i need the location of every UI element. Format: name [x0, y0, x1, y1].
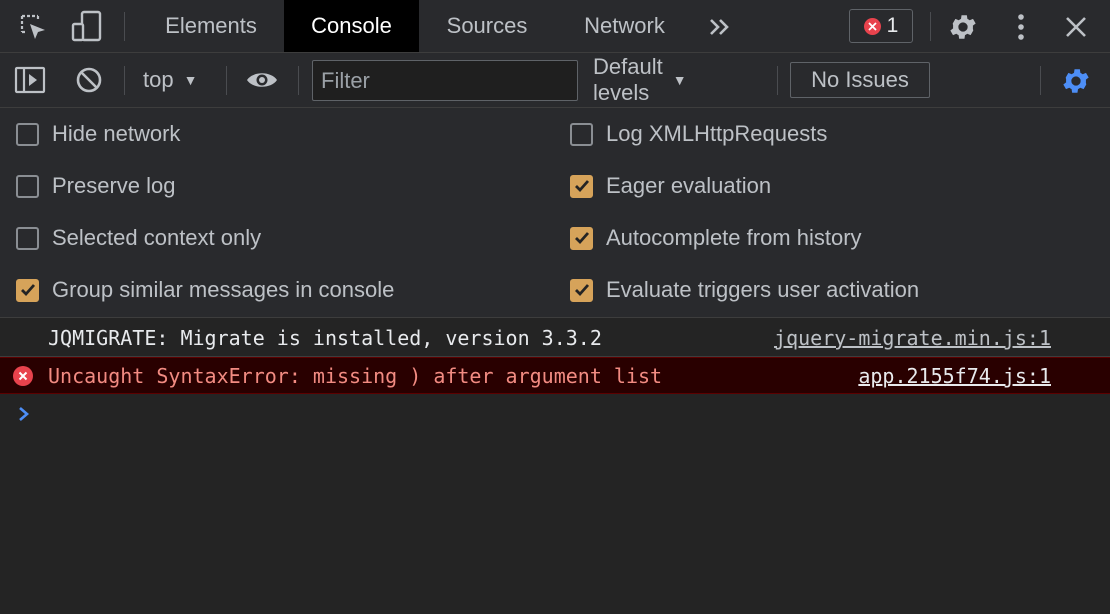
group-similar-option[interactable]: Group similar messages in console [16, 275, 394, 305]
tab-network[interactable]: Network [556, 0, 693, 52]
error-icon [863, 17, 881, 35]
console-prompt[interactable] [0, 396, 1110, 432]
console-settings-icon[interactable] [1058, 63, 1094, 99]
hide-network-option[interactable]: Hide network [16, 119, 180, 149]
toolbar-divider [226, 66, 227, 95]
evaluate-triggers-option[interactable]: Evaluate triggers user activation [570, 275, 919, 305]
toolbar-divider [1040, 66, 1041, 95]
settings-icon[interactable] [945, 9, 981, 45]
caret-down-icon: ▼ [183, 72, 198, 88]
devtools-tab-bar: Elements Console Sources Network 1 [0, 0, 1110, 53]
message-text: JQMIGRATE: Migrate is installed, version… [48, 326, 602, 350]
issues-button[interactable]: No Issues [790, 62, 930, 98]
toolbar-divider [124, 66, 125, 95]
tab-label: Sources [446, 13, 528, 38]
message-text: Uncaught SyntaxError: missing ) after ar… [48, 364, 663, 388]
inspect-element-icon[interactable] [16, 11, 50, 43]
option-label: Evaluate triggers user activation [606, 277, 920, 302]
toolbar-divider [930, 12, 931, 41]
toolbar-divider [124, 12, 125, 41]
console-message-error: Uncaught SyntaxError: missing ) after ar… [0, 357, 1110, 394]
devtools-window: Elements Console Sources Network 1 top ▼… [0, 0, 1110, 614]
kebab-menu-icon[interactable] [1008, 9, 1034, 45]
checkmark-icon [574, 284, 589, 297]
tab-label: Elements [165, 13, 257, 38]
selected-context-only-option[interactable]: Selected context only [16, 223, 261, 253]
option-label: Preserve log [52, 173, 176, 198]
preserve-log-checkbox[interactable] [16, 174, 39, 198]
toolbar-divider [298, 66, 299, 95]
option-label: Hide network [52, 121, 181, 146]
error-icon [13, 366, 33, 386]
log-xhr-checkbox[interactable] [570, 122, 593, 146]
toolbar-divider [777, 66, 778, 95]
clear-console-icon[interactable] [72, 64, 106, 96]
context-label: top [143, 67, 174, 92]
selected-context-only-checkbox[interactable] [16, 226, 39, 250]
option-label: Autocomplete from history [606, 225, 862, 250]
message-source-link[interactable]: jquery-migrate.min.js:1 [774, 326, 1051, 350]
preserve-log-option[interactable]: Preserve log [16, 171, 176, 201]
evaluate-triggers-checkbox[interactable] [570, 278, 593, 302]
filter-input[interactable] [312, 60, 578, 101]
checkmark-icon [20, 284, 35, 297]
sidebar-toggle-icon[interactable] [12, 64, 48, 96]
log-levels-label: Default levels [593, 54, 663, 105]
group-similar-checkbox[interactable] [16, 278, 39, 302]
more-tabs-icon[interactable] [703, 12, 737, 42]
device-toolbar-icon[interactable] [69, 9, 105, 45]
console-settings-pane: Hide network Preserve log Selected conte… [0, 108, 1110, 318]
checkmark-icon [574, 232, 589, 245]
option-label: Selected context only [52, 225, 262, 250]
caret-down-icon: ▼ [672, 72, 687, 88]
eye-icon[interactable] [243, 65, 281, 95]
autocomplete-history-option[interactable]: Autocomplete from history [570, 223, 862, 253]
error-count: 1 [886, 14, 899, 37]
close-icon[interactable] [1060, 11, 1092, 43]
tab-label: Console [311, 13, 392, 38]
tab-elements[interactable]: Elements [140, 0, 282, 52]
eager-evaluation-checkbox[interactable] [570, 174, 593, 198]
tab-sources[interactable]: Sources [421, 0, 553, 52]
tab-console[interactable]: Console [284, 0, 419, 52]
option-label: Eager evaluation [606, 173, 772, 198]
log-levels-dropdown[interactable]: Default levels ▼ [593, 54, 687, 105]
context-selector[interactable]: top ▼ [143, 65, 197, 95]
issues-label: No Issues [811, 67, 909, 92]
checkmark-icon [574, 180, 589, 193]
tab-label: Network [584, 13, 665, 38]
option-label: Group similar messages in console [52, 277, 395, 302]
log-xhr-option[interactable]: Log XMLHttpRequests [570, 119, 827, 149]
eager-evaluation-option[interactable]: Eager evaluation [570, 171, 771, 201]
console-message-log: JQMIGRATE: Migrate is installed, version… [0, 320, 1110, 357]
hide-network-checkbox[interactable] [16, 122, 39, 146]
option-label: Log XMLHttpRequests [606, 121, 828, 146]
autocomplete-history-checkbox[interactable] [570, 226, 593, 250]
message-source-link[interactable]: app.2155f74.js:1 [858, 364, 1051, 388]
prompt-chevron-icon [19, 407, 29, 421]
error-count-badge[interactable]: 1 [849, 9, 913, 43]
